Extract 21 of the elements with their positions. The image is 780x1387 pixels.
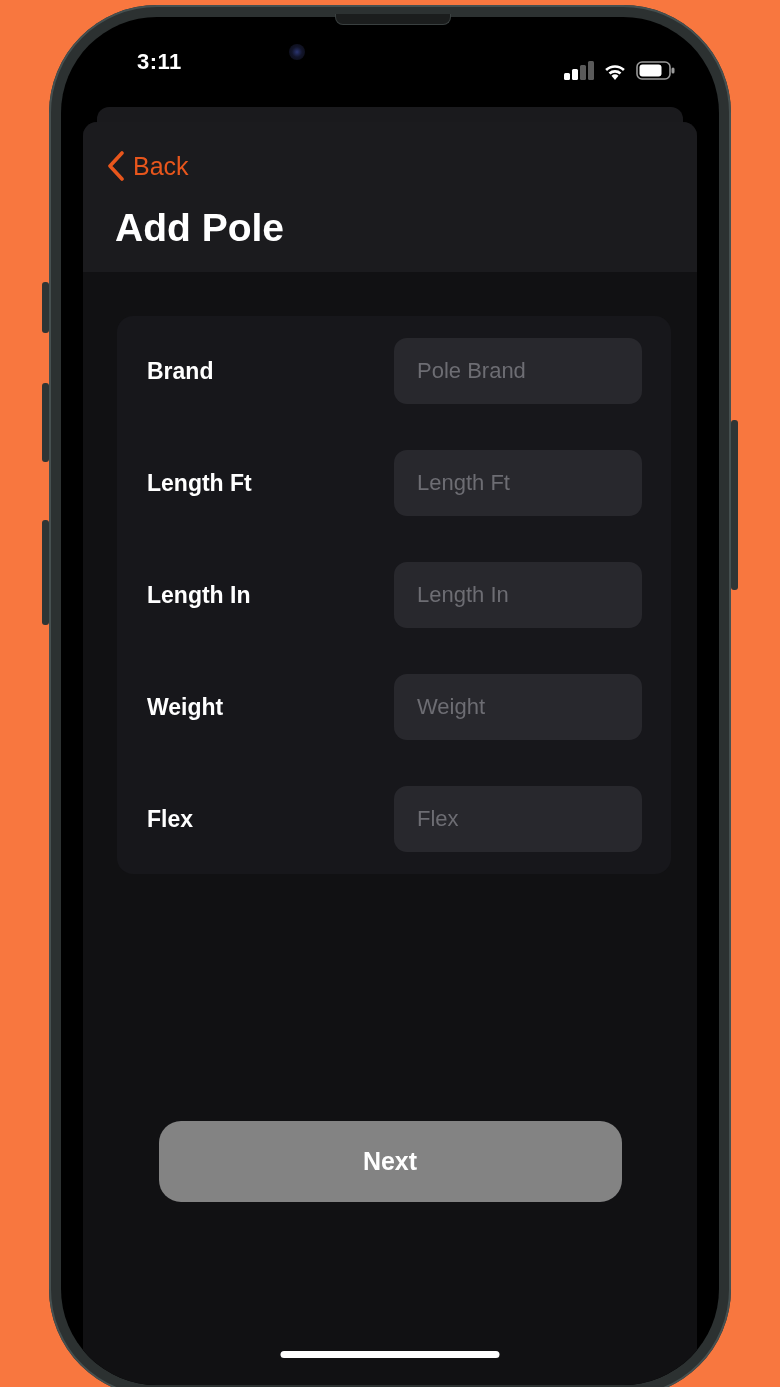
back-button[interactable]: Back [107, 146, 189, 186]
side-button[interactable] [731, 420, 738, 590]
status-time: 3:11 [137, 49, 182, 75]
signal-icon [564, 61, 594, 80]
input-field[interactable]: Length In [394, 562, 642, 628]
field-label: Brand [147, 357, 214, 385]
chevron-left-icon [107, 151, 125, 181]
field-label: Length In [147, 581, 251, 609]
page-title: Add Pole [115, 206, 285, 250]
input-field[interactable]: Pole Brand [394, 338, 642, 404]
field-label: Flex [147, 805, 194, 833]
camera-lens-icon [289, 44, 305, 60]
side-button[interactable] [42, 520, 49, 625]
input-field[interactable]: Length Ft [394, 450, 642, 516]
input-field[interactable]: Flex [394, 786, 642, 852]
side-button[interactable] [42, 282, 49, 333]
input-field[interactable]: Weight [394, 674, 642, 740]
battery-icon [636, 61, 675, 80]
side-button[interactable] [42, 383, 49, 462]
field-label: Length Ft [147, 469, 252, 497]
field-label: Weight [147, 693, 224, 721]
